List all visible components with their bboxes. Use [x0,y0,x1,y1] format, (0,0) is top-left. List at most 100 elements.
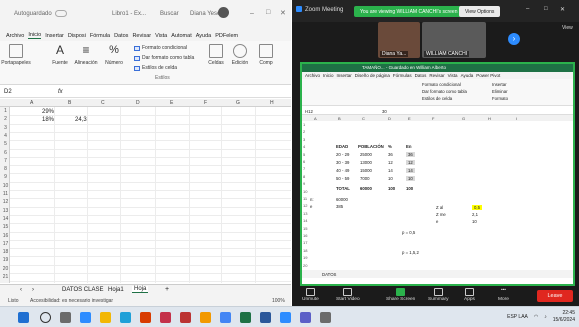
app-icon-grey[interactable] [320,312,331,323]
accessibility-status[interactable]: Accesibilidad: es necesario investigar [30,298,113,304]
shared-screen[interactable]: TAMAÑO... - Guardado en William Alberto … [300,62,575,286]
view-options-button[interactable]: View Options [459,6,501,17]
row-header[interactable]: 2 [1,116,10,122]
row-header[interactable]: 19 [1,257,10,263]
close-icon[interactable]: ✕ [560,6,565,13]
start-video-button[interactable]: Start Video [336,288,360,302]
col-c[interactable]: C [101,100,105,106]
summary-button[interactable]: Summary [428,288,449,302]
col-a[interactable]: A [30,100,33,106]
name-box[interactable]: D2 [4,89,12,95]
view-button[interactable]: View [562,25,573,31]
tab-disposicion[interactable]: Disposi [68,33,86,39]
wifi-icon[interactable]: ◠ [534,314,538,320]
fx-icon[interactable]: fx [58,89,63,95]
more-button[interactable]: ••• More [498,288,509,302]
row-header[interactable]: 10 [1,183,10,189]
tab-revisar[interactable]: Revisar [132,33,151,39]
sheet-tab-datos-clase[interactable]: DATOS CLASE [62,287,103,293]
minimize-icon[interactable]: – [250,10,254,17]
volume-icon[interactable]: ♪ [544,314,547,320]
row-header[interactable]: 8 [1,166,10,172]
tab-pdfelement[interactable]: PDFelem [215,33,238,39]
row-header[interactable]: 11 [1,191,10,197]
col-f[interactable]: F [204,100,207,106]
apps-button[interactable]: Apps [464,288,475,302]
font-button[interactable]: A Fuente [48,44,72,76]
video-tile-1[interactable]: Diana Ya... [378,22,420,58]
tab-datos[interactable]: Datos [114,33,128,39]
row-header[interactable]: 7 [1,158,10,164]
tab-vista[interactable]: Vista [155,33,167,39]
search-box[interactable]: Buscar [160,11,179,17]
align-button[interactable]: ≡ Alineación [74,44,98,76]
row-header[interactable]: 5 [1,141,10,147]
col-h[interactable]: H [270,100,274,106]
number-button[interactable]: % Número [102,44,126,76]
cell-b2[interactable]: 24,3 [75,117,87,123]
windows-start-icon[interactable] [18,312,29,323]
maximize-icon[interactable]: □ [544,6,548,12]
cell-a2[interactable]: 18% [42,117,54,123]
table-format-button[interactable]: Dar formato como tabla [134,55,194,61]
row-header[interactable]: 1 [1,108,10,114]
cond-format-button[interactable]: Formato condicional [134,45,187,51]
tab-ayuda[interactable]: Ayuda [196,33,212,39]
cell-styles-button[interactable]: Estilos de celda [134,65,177,71]
row-header[interactable]: 14 [1,216,10,222]
row-header[interactable]: 3 [1,125,10,131]
add-sheet-icon[interactable]: + [165,286,169,293]
zoom-taskbar-icon[interactable] [280,312,291,323]
tab-inicio[interactable]: Inicio [28,32,42,39]
next-participants-icon[interactable]: › [508,33,520,45]
zoom-app-icon[interactable] [80,312,91,323]
maximize-icon[interactable]: □ [266,9,270,16]
zoom-level[interactable]: 100% [272,298,285,304]
row-header[interactable]: 6 [1,150,10,156]
row-header[interactable]: 4 [1,133,10,139]
minimize-icon[interactable]: – [526,6,529,12]
autosave-toggle[interactable] [55,10,67,17]
tab-formulas[interactable]: Fórmula [90,33,110,39]
next-sheet-icon[interactable]: › [32,287,34,293]
col-b[interactable]: B [68,100,71,106]
row-header[interactable]: 20 [1,266,10,272]
row-header[interactable]: 12 [1,199,10,205]
task-view-icon[interactable] [60,312,71,323]
col-g[interactable]: G [236,100,240,106]
excel-icon[interactable] [240,312,251,323]
clock[interactable]: 22:45 15/6/2024 [553,310,575,324]
paste-button[interactable]: Portapapeles [1,44,31,76]
row-header[interactable]: 13 [1,208,10,214]
leave-button[interactable]: Leave [537,290,573,302]
edit-button[interactable]: Edición [228,44,252,76]
pdf-icon[interactable] [180,312,191,323]
word-icon[interactable] [260,312,271,323]
edge-icon[interactable] [120,312,131,323]
search-icon[interactable] [40,312,51,323]
app-icon-orange[interactable] [200,312,211,323]
tab-automatizar[interactable]: Automat [171,33,191,39]
cells-button[interactable]: Celdas [204,44,228,76]
row-header[interactable]: 15 [1,224,10,230]
video-tile-2[interactable]: WILLIAM CANCHI [422,22,486,58]
unmute-button[interactable]: Unmute [302,288,319,302]
row-header[interactable]: 16 [1,233,10,239]
prev-sheet-icon[interactable]: ‹ [20,287,22,293]
avatar[interactable] [218,7,229,18]
tab-archivo[interactable]: Archivo [6,33,24,39]
row-header[interactable]: 9 [1,174,10,180]
row-header[interactable]: 21 [1,274,10,280]
tab-insertar[interactable]: Insertar [45,33,64,39]
close-icon[interactable]: ✕ [280,9,286,17]
row-header[interactable]: 17 [1,241,10,247]
row-header[interactable]: 18 [1,249,10,255]
col-e[interactable]: E [170,100,173,106]
file-explorer-icon[interactable] [100,312,111,323]
teams-icon[interactable] [300,312,311,323]
office-icon[interactable] [140,312,151,323]
cell-a1[interactable]: 29% [42,109,54,115]
sheet-tab-hoja1[interactable]: Hoja1 [108,287,124,293]
sheet-tab-hoja[interactable]: Hoja [132,286,149,293]
share-screen-button[interactable]: Share Screen [386,288,415,302]
